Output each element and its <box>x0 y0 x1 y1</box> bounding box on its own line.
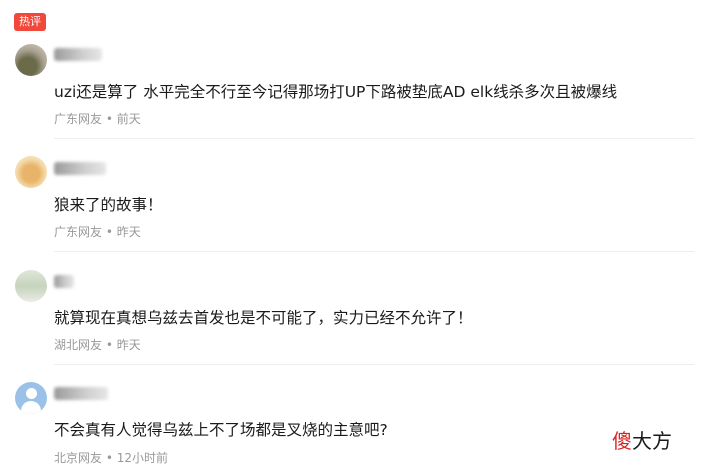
username-blurred[interactable] <box>54 48 102 61</box>
comment-text: 狼来了的故事！ <box>54 196 163 214</box>
watermark-part2: 大方 <box>632 429 672 453</box>
watermark-part1: 傻 <box>612 429 632 453</box>
username-blurred[interactable] <box>54 387 108 400</box>
avatar[interactable] <box>15 44 47 76</box>
comment-time: 12小时前 <box>116 451 169 465</box>
comment-location: 湖北网友 <box>54 338 103 352</box>
username-blurred[interactable] <box>54 162 106 175</box>
meta-separator: • <box>105 338 113 352</box>
comment-text: uzi还是算了 水平完全不行至今记得那场打UP下路被垫底AD elk线杀多次且被… <box>54 83 618 101</box>
hot-comments-badge: 热评 <box>14 13 46 31</box>
comment-text: 就算现在真想乌兹去首发也是不可能了，实力已经不允许了！ <box>54 309 473 327</box>
username-blurred[interactable] <box>54 275 74 288</box>
default-user-icon[interactable] <box>15 382 47 414</box>
avatar[interactable] <box>15 270 47 302</box>
comment-location: 北京网友 <box>54 451 103 465</box>
divider <box>54 364 694 365</box>
meta-separator: • <box>105 225 113 239</box>
watermark-logo: 傻大方 <box>612 425 672 454</box>
comment-meta: 广东网友 • 前天 <box>54 110 141 127</box>
comment-location: 广东网友 <box>54 112 103 126</box>
comment-time: 昨天 <box>116 225 141 239</box>
divider <box>54 138 694 139</box>
comment-meta: 广东网友 • 昨天 <box>54 223 141 240</box>
comment-time: 昨天 <box>116 338 141 352</box>
meta-separator: • <box>105 451 113 465</box>
comment-meta: 湖北网友 • 昨天 <box>54 336 141 353</box>
comment-location: 广东网友 <box>54 225 103 239</box>
comment-text: 不会真有人觉得乌兹上不了场都是叉烧的主意吧? <box>54 421 388 439</box>
divider <box>54 251 694 252</box>
avatar[interactable] <box>15 156 47 188</box>
comment-meta: 北京网友 • 12小时前 <box>54 449 168 466</box>
comment-time: 前天 <box>116 112 141 126</box>
meta-separator: • <box>105 112 113 126</box>
